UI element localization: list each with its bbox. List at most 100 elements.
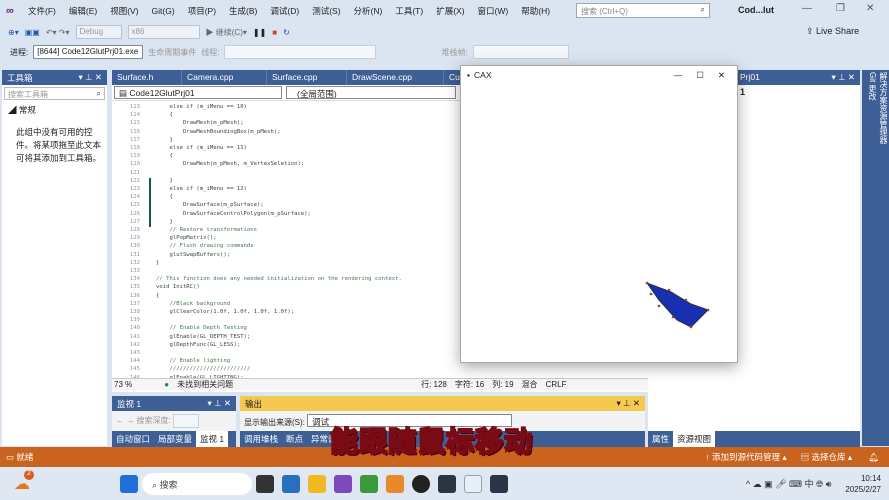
menu-edit[interactable]: 编辑(E) xyxy=(69,5,97,17)
code-line: DrawSurfaceControlPolygon(m_pSurface); xyxy=(156,210,311,217)
live-share-button[interactable]: ⇪ Live Share xyxy=(806,26,859,37)
stack-frame-select[interactable] xyxy=(472,45,569,59)
row-status: 行: 128 xyxy=(421,380,447,389)
tab-watch1[interactable]: 监视 1 xyxy=(196,431,229,447)
restore-icon[interactable]: ❐ xyxy=(836,3,845,14)
close-icon[interactable]: ✕ xyxy=(718,70,725,81)
zoom-select[interactable]: 73 % xyxy=(114,380,132,389)
depth-select[interactable] xyxy=(172,414,199,428)
file-explorer-icon[interactable] xyxy=(308,474,326,493)
qq-icon[interactable] xyxy=(412,474,430,493)
cax-app-icon[interactable] xyxy=(464,474,482,493)
lifecycle-events[interactable]: 生命周期事件 xyxy=(148,47,196,58)
line-number: 125 xyxy=(129,202,140,209)
process-select[interactable]: [8644] Code12GlutPrj01.exe xyxy=(33,45,144,59)
vtab-solution-explorer[interactable]: 解决方案资源管理器 xyxy=(878,72,889,432)
menu-help[interactable]: 帮助(H) xyxy=(521,5,550,17)
line-number: 135 xyxy=(129,284,140,291)
minimize-icon[interactable]: — xyxy=(802,3,812,14)
toolbox-panel: 工具箱 ▾ ⊥ ✕ 搜索工具箱 ⌕ ◢ 常规 此组中没有可用的控件。将某项拖至此文本… xyxy=(2,70,107,446)
code-line: } xyxy=(156,136,173,143)
notification-icon[interactable]: 🔔︎ xyxy=(868,452,879,463)
weather-widget-icon[interactable]: ☁ 2 xyxy=(14,469,34,494)
tab-drawscene-cpp[interactable]: DrawScene.cpp xyxy=(347,70,444,85)
tab-breakpoints[interactable]: 断点 xyxy=(282,431,307,447)
menu-file[interactable]: 文件(F) xyxy=(28,5,56,17)
thread-select[interactable] xyxy=(224,45,377,59)
tab-surface-h[interactable]: Surface.h xyxy=(112,70,182,85)
terminal-icon[interactable] xyxy=(438,474,456,493)
pause-icon[interactable]: ❚❚ xyxy=(253,28,266,37)
menu-test[interactable]: 测试(S) xyxy=(312,5,340,17)
menu-tools[interactable]: 工具(T) xyxy=(395,5,423,17)
vtab-git-changes[interactable]: Git 更改 xyxy=(867,72,878,432)
maximize-icon[interactable]: ☐ xyxy=(696,70,704,81)
presentation-app-icon[interactable] xyxy=(386,474,404,493)
tab-locals[interactable]: 局部变量 xyxy=(154,431,196,447)
stop-icon[interactable]: ■ xyxy=(272,28,277,37)
menu-debug[interactable]: 调试(D) xyxy=(270,5,299,17)
tab-camera-cpp[interactable]: Camera.cpp xyxy=(182,70,267,85)
surface-shape[interactable] xyxy=(645,281,709,328)
panel-controls-icon[interactable]: ▾ ⊥ ✕ xyxy=(207,398,231,409)
tab-autos[interactable]: 自动窗口 xyxy=(112,431,154,447)
code-line: // Enable lighting xyxy=(156,358,231,365)
back-icon[interactable]: ⊕▾ xyxy=(8,28,19,37)
search-icon: ⌕ xyxy=(700,5,705,14)
menu-window[interactable]: 窗口(W) xyxy=(478,5,509,17)
visual-studio-icon[interactable] xyxy=(334,474,352,493)
minimize-icon[interactable]: — xyxy=(674,70,683,80)
config-select[interactable]: Debug xyxy=(75,25,122,39)
select-repo[interactable]: ▤ 选择仓库 ▴ xyxy=(801,451,853,463)
panel-controls-icon[interactable]: ▾ ⊥ ✕ xyxy=(616,398,640,409)
panel-controls-icon[interactable]: ▾ ⊥ ✕ xyxy=(831,72,855,83)
panel-controls-icon[interactable]: ▾ ⊥ ✕ xyxy=(78,72,102,83)
line-number: 145 xyxy=(129,366,140,373)
menu-analyze[interactable]: 分析(N) xyxy=(354,5,383,17)
app-icon[interactable] xyxy=(490,474,508,493)
menu-project[interactable]: 项目(P) xyxy=(188,5,216,17)
menu-extensions[interactable]: 扩展(X) xyxy=(436,5,464,17)
search-input[interactable]: 搜索 (Ctrl+Q) ⌕ xyxy=(576,3,710,18)
thread-label: 线程: xyxy=(201,47,220,57)
code-line: { xyxy=(156,292,160,299)
tab-call-stack[interactable]: 调用堆栈 xyxy=(240,431,282,447)
save-icon[interactable]: ▣▣ xyxy=(25,28,40,37)
menu-git[interactable]: Git(G) xyxy=(152,6,175,16)
start-icon[interactable] xyxy=(120,474,138,493)
tab-properties[interactable]: 属性 xyxy=(648,431,673,447)
scope-select[interactable]: (全局范围) xyxy=(286,86,456,99)
system-tray-icons[interactable]: ^ ☁ ▣ 🎤︎ ⌨ 中 🌐︎ 🔊︎ xyxy=(746,477,832,490)
menu-build[interactable]: 生成(B) xyxy=(229,5,257,17)
tab-surface-cpp[interactable]: Surface.cpp xyxy=(267,70,347,85)
code-line: DrawMesh(m_pMesh); xyxy=(156,120,244,127)
line-number: 124 xyxy=(129,194,140,201)
close-icon[interactable]: ✕ xyxy=(866,3,874,14)
browser-icon[interactable] xyxy=(360,474,378,493)
right-bottom-tabs: 属性 资源视图 xyxy=(648,431,860,447)
line-number: 134 xyxy=(129,276,140,283)
issues-status[interactable]: 未找到相关问题 xyxy=(177,379,233,390)
taskbar-search[interactable]: ⌕ 搜索 xyxy=(142,472,252,495)
continue-button[interactable]: ▶ 继续(C)▾ xyxy=(206,27,247,38)
undo-icon[interactable]: ↶▾ ↷▾ xyxy=(46,28,70,37)
restart-icon[interactable]: ↻ xyxy=(283,28,290,37)
line-number: 138 xyxy=(129,309,140,315)
col-status: 列: 19 xyxy=(492,380,514,389)
project-select[interactable]: ▤ Code12GlutPrj01 xyxy=(114,86,282,99)
eol-status[interactable]: CRLF xyxy=(546,380,567,389)
toolbox-search-input[interactable]: 搜索工具箱 ⌕ xyxy=(4,87,105,100)
clock[interactable]: 10:14 2025/2/27 xyxy=(845,473,881,495)
platform-select[interactable]: x86 xyxy=(127,25,200,39)
render-canvas[interactable] xyxy=(461,84,737,362)
project-label: Code12GlutPrj01 xyxy=(129,88,195,98)
code-line: } xyxy=(156,259,160,266)
toolbox-group-general[interactable]: ◢ 常规 xyxy=(2,102,107,118)
code-line: //////////////////////// xyxy=(156,366,251,373)
store-icon[interactable] xyxy=(282,474,300,493)
ime-indicator[interactable]: 中 xyxy=(805,479,814,489)
menu-view[interactable]: 视图(V) xyxy=(110,5,138,17)
task-view-icon[interactable] xyxy=(256,474,274,493)
add-source-control[interactable]: ↑ 添加到源代码管理 ▴ xyxy=(705,451,786,463)
tab-resource-view[interactable]: 资源视图 xyxy=(673,431,716,447)
